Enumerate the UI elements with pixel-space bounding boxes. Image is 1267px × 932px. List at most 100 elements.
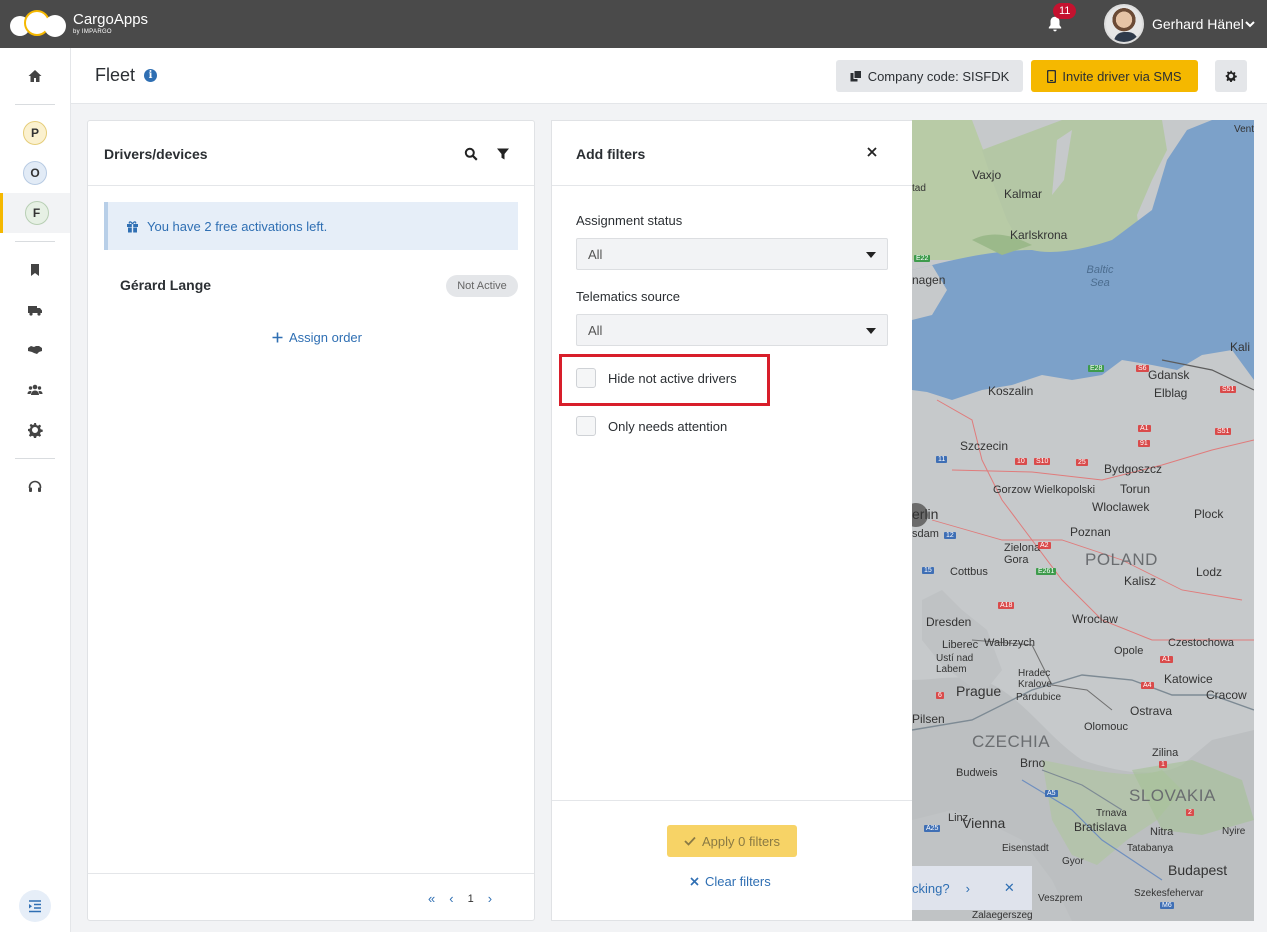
close-icon[interactable]: ✕ bbox=[1004, 880, 1015, 896]
telematics-source-value: All bbox=[588, 322, 603, 338]
settings-button[interactable] bbox=[1215, 60, 1247, 92]
map-city-label: Wroclaw bbox=[1072, 612, 1118, 626]
company-code-label: Company code: SISFDK bbox=[867, 68, 1010, 84]
map-city-label: nagen bbox=[912, 273, 946, 287]
assignment-status-select[interactable]: All bbox=[576, 238, 888, 270]
filters-title: Add filters bbox=[576, 146, 646, 162]
sidebar-item-o[interactable]: O bbox=[0, 153, 70, 193]
gear-icon bbox=[28, 423, 43, 438]
first-page-icon[interactable]: « bbox=[428, 891, 435, 906]
hide-inactive-checkbox[interactable] bbox=[576, 368, 596, 388]
map-city-label: Walbrzych bbox=[984, 637, 1035, 649]
road-shield: A5 bbox=[1045, 790, 1058, 797]
map-city-label: Szekesfehervar bbox=[1134, 888, 1204, 899]
info-icon[interactable]: i bbox=[144, 69, 157, 82]
pagination-bar: « ‹ 1 › bbox=[88, 873, 534, 921]
clear-filters-label: Clear filters bbox=[705, 874, 771, 889]
road-shield: E28 bbox=[1088, 365, 1105, 372]
caret-down-icon bbox=[866, 252, 876, 258]
company-code-button[interactable]: Company code: SISFDK bbox=[836, 60, 1023, 92]
sidebar-item-fleet[interactable] bbox=[0, 290, 70, 330]
current-page[interactable]: 1 bbox=[468, 893, 474, 905]
clear-filters-button[interactable]: Clear filters bbox=[690, 874, 771, 889]
map-city-label: erlin bbox=[912, 506, 939, 522]
road-shield: S51 bbox=[1220, 386, 1237, 393]
map-city-label: Eisenstadt bbox=[1002, 843, 1049, 854]
prev-page-icon[interactable]: ‹ bbox=[449, 891, 453, 906]
next-page-icon[interactable]: › bbox=[488, 891, 492, 906]
map-city-label: Plock bbox=[1194, 507, 1224, 521]
map-city-label: Budweis bbox=[956, 767, 998, 779]
close-icon[interactable] bbox=[866, 146, 878, 158]
sidebar-item-team[interactable] bbox=[0, 370, 70, 410]
map-city-label: Karlskrona bbox=[1010, 228, 1068, 242]
map-tracking-prompt[interactable]: cking? › ✕ bbox=[912, 866, 1032, 910]
map-city-label: Dresden bbox=[926, 615, 972, 629]
road-shield: 25 bbox=[1076, 459, 1088, 466]
telematics-source-label: Telematics source bbox=[576, 289, 681, 304]
users-icon bbox=[27, 384, 43, 395]
sidebar-item-p[interactable]: P bbox=[0, 113, 70, 153]
map-city-label: Prague bbox=[956, 683, 1002, 699]
invite-driver-button[interactable]: Invite driver via SMS bbox=[1031, 60, 1198, 92]
sidebar-item-f-badge: F bbox=[24, 201, 49, 225]
app-name: CargoApps bbox=[73, 10, 149, 28]
apply-filters-label: Apply 0 filters bbox=[701, 833, 781, 849]
map-city-label: Koszalin bbox=[988, 384, 1034, 398]
sidebar-item-partners[interactable] bbox=[0, 330, 70, 370]
app-logo[interactable]: CargoApps by IMPARGO bbox=[10, 8, 148, 38]
road-shield: 2 bbox=[1186, 809, 1194, 816]
map-view[interactable]: Vaxjo Kalmar Karlskrona nagen Koszalin G… bbox=[912, 120, 1254, 921]
chevron-down-icon[interactable] bbox=[1243, 17, 1257, 31]
map-city-label: Elblag bbox=[1154, 386, 1188, 400]
hide-inactive-label: Hide not active drivers bbox=[608, 370, 737, 386]
road-shield: A1 bbox=[1138, 425, 1151, 432]
map-city-label: Vaxjo bbox=[972, 168, 1002, 182]
logo-mark bbox=[10, 8, 68, 38]
page-header: Fleet i Company code: SISFDK Invite driv… bbox=[71, 48, 1267, 104]
search-icon[interactable] bbox=[464, 147, 478, 161]
close-icon bbox=[690, 877, 699, 886]
assignment-status-label: Assignment status bbox=[576, 213, 683, 228]
sidebar-item-settings[interactable] bbox=[0, 410, 70, 450]
map-city-label: Gyor bbox=[1062, 856, 1084, 867]
collapse-sidebar-button[interactable] bbox=[19, 890, 51, 922]
filters-panel: Add filters Assignment status All Telema… bbox=[551, 120, 914, 921]
status-badge: Not Active bbox=[446, 275, 518, 297]
sidebar-item-support[interactable] bbox=[0, 467, 70, 507]
map-city-label: Zalaegerszeg bbox=[972, 910, 1033, 921]
road-shield: M6 bbox=[1160, 902, 1174, 909]
sidebar-item-home[interactable] bbox=[0, 56, 70, 96]
driver-name[interactable]: Gérard Lange bbox=[120, 277, 211, 293]
attention-checkbox-row[interactable]: Only needs attention bbox=[576, 416, 727, 436]
road-shield: 12 bbox=[944, 532, 956, 539]
road-shield: A2 bbox=[1038, 542, 1051, 549]
map-city-label: Vienna bbox=[962, 815, 1006, 831]
chevron-right-icon[interactable]: › bbox=[966, 881, 970, 896]
filter-icon[interactable] bbox=[496, 147, 510, 161]
road-shield: 6 bbox=[936, 692, 944, 699]
road-shield: S6 bbox=[1136, 365, 1149, 372]
attention-label: Only needs attention bbox=[608, 418, 728, 434]
map-city-label: Zilina bbox=[1152, 747, 1179, 759]
assign-order-button[interactable]: Assign order bbox=[272, 330, 362, 345]
notice-text: You have 2 free activations left. bbox=[147, 218, 328, 234]
hide-inactive-checkbox-row[interactable]: Hide not active drivers bbox=[576, 368, 737, 388]
gift-icon bbox=[127, 220, 138, 232]
map-city-label: Nitra bbox=[1150, 826, 1174, 838]
attention-checkbox[interactable] bbox=[576, 416, 596, 436]
copy-icon bbox=[850, 70, 862, 82]
indent-icon bbox=[29, 900, 41, 913]
sidebar-item-orders[interactable] bbox=[0, 250, 70, 290]
map-city-label: Czestochowa bbox=[1168, 637, 1235, 649]
apply-filters-button[interactable]: Apply 0 filters bbox=[667, 825, 797, 857]
drivers-panel-header: Drivers/devices bbox=[88, 121, 534, 186]
sidebar-item-f[interactable]: F bbox=[0, 193, 70, 233]
map-city-label: Olomouc bbox=[1084, 721, 1129, 733]
telematics-source-select[interactable]: All bbox=[576, 314, 888, 346]
road-shield: 11 bbox=[936, 456, 948, 463]
avatar[interactable] bbox=[1104, 4, 1144, 44]
road-shield: A18 bbox=[998, 602, 1015, 609]
map-tracking-text: cking? bbox=[912, 880, 950, 896]
user-name[interactable]: Gerhard Hänel bbox=[1152, 16, 1244, 32]
